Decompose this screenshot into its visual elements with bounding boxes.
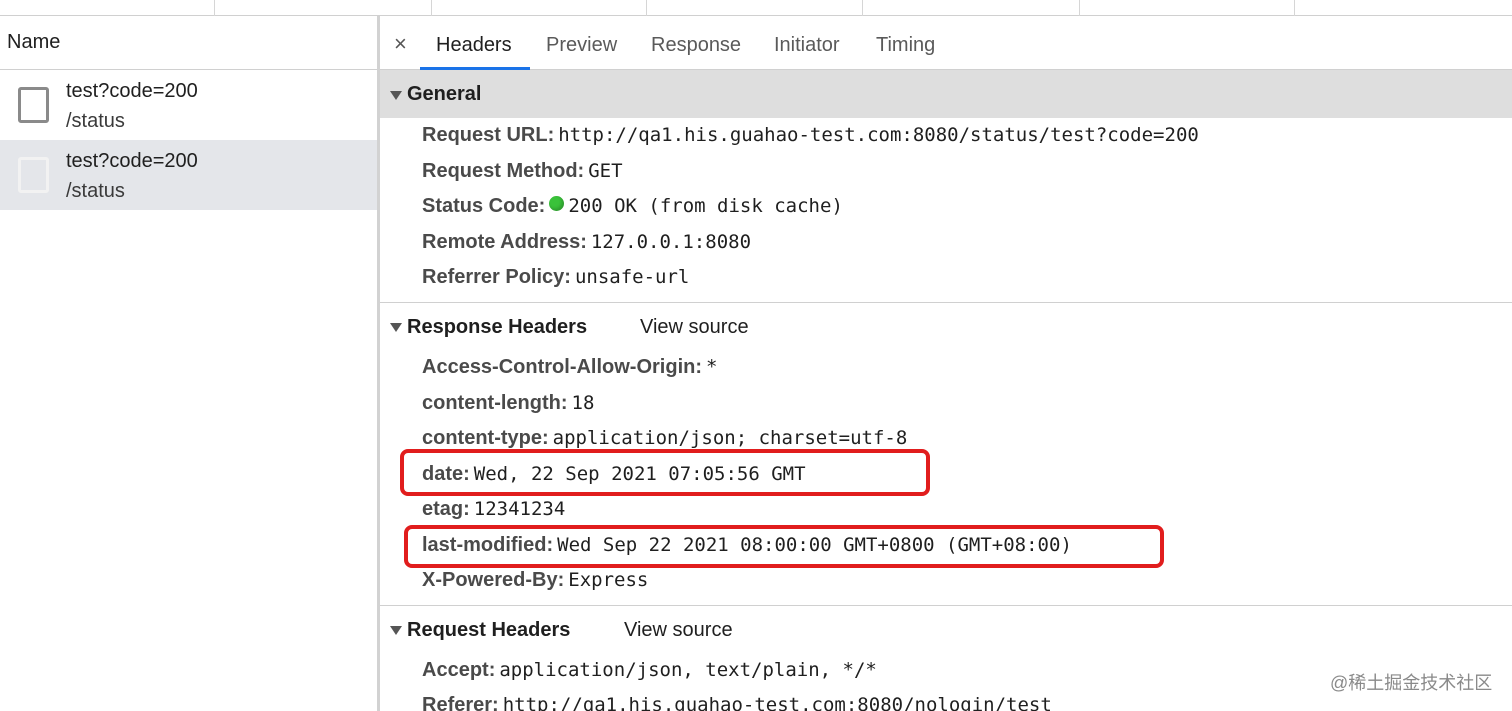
view-source-link[interactable]: View source bbox=[624, 618, 733, 642]
request-list-pane: Name test?code=200 /status test?code=200… bbox=[0, 16, 377, 711]
last-modified-highlight-box bbox=[404, 525, 1164, 568]
request-path: /status bbox=[66, 180, 125, 202]
header-key: Remote Address: bbox=[422, 231, 587, 253]
triangle-down-icon bbox=[390, 323, 402, 332]
header-value: application/json, text/plain, */* bbox=[499, 659, 877, 681]
header-key: Accept: bbox=[422, 659, 496, 681]
general-row: Remote Address: 127.0.0.1:8080 bbox=[422, 229, 751, 255]
column-separator bbox=[431, 0, 432, 16]
header-key: etag: bbox=[422, 498, 470, 520]
response-headers-section-header[interactable]: Response Headers View source bbox=[380, 304, 1512, 350]
request-path: /status bbox=[66, 110, 125, 132]
triangle-down-icon bbox=[390, 91, 402, 100]
header-key: Request URL: bbox=[422, 124, 555, 146]
header-value: http://qa1.his.guahao-test.com:8080/stat… bbox=[558, 124, 1199, 146]
column-separator bbox=[1079, 0, 1080, 16]
name-column-header[interactable]: Name bbox=[0, 16, 377, 70]
document-icon bbox=[18, 157, 49, 193]
request-headers-section-header[interactable]: Request Headers View source bbox=[380, 607, 1512, 653]
tab-initiator[interactable]: Initiator bbox=[774, 33, 840, 57]
response-header-row: content-length: 18 bbox=[422, 390, 594, 416]
header-key: content-length: bbox=[422, 392, 568, 414]
request-header-row: Referer: http://qa1.his.guahao-test.com:8… bbox=[422, 692, 1052, 711]
request-details-pane: × Headers Preview Response Initiator Tim… bbox=[380, 16, 1512, 711]
column-separator bbox=[1294, 0, 1295, 16]
response-header-row: Access-Control-Allow-Origin: * bbox=[422, 354, 717, 380]
header-key: Request Method: bbox=[422, 160, 585, 182]
general-row: Request URL: http://qa1.his.guahao-test.c… bbox=[422, 122, 1199, 148]
tab-headers[interactable]: Headers bbox=[436, 33, 512, 57]
tab-preview[interactable]: Preview bbox=[546, 33, 617, 57]
header-value: 200 OK (from disk cache) bbox=[568, 195, 843, 217]
section-title: Request Headers bbox=[407, 619, 571, 641]
request-header-row: Accept: application/json, text/plain, */* bbox=[422, 657, 877, 683]
close-icon[interactable]: × bbox=[394, 30, 407, 58]
column-separator bbox=[214, 0, 215, 16]
section-title: General bbox=[407, 83, 482, 105]
header-value: 127.0.0.1:8080 bbox=[590, 231, 752, 253]
request-name: test?code=200 bbox=[66, 80, 198, 102]
request-name: test?code=200 bbox=[66, 150, 198, 172]
document-icon bbox=[18, 87, 49, 123]
header-key: Access-Control-Allow-Origin: bbox=[422, 356, 703, 378]
triangle-down-icon bbox=[390, 626, 402, 635]
general-row: Referrer Policy: unsafe-url bbox=[422, 264, 689, 290]
header-value: 12341234 bbox=[473, 498, 566, 520]
header-value: application/json; charset=utf-8 bbox=[552, 427, 908, 449]
header-key: X-Powered-By: bbox=[422, 569, 565, 591]
response-header-row: content-type: application/json; charset=u… bbox=[422, 425, 907, 451]
request-row-selected[interactable]: test?code=200 /status bbox=[0, 140, 377, 210]
date-highlight-box bbox=[400, 449, 930, 496]
view-source-link[interactable]: View source bbox=[640, 315, 749, 339]
column-separator bbox=[862, 0, 863, 16]
header-value: http://qa1.his.guahao-test.com:8080/nolo… bbox=[502, 694, 1052, 711]
status-ok-icon bbox=[549, 196, 565, 211]
response-header-row: X-Powered-By: Express bbox=[422, 567, 648, 593]
section-divider bbox=[380, 302, 1512, 303]
tab-timing[interactable]: Timing bbox=[876, 33, 935, 57]
column-separator bbox=[646, 0, 647, 16]
response-header-row: etag: 12341234 bbox=[422, 496, 565, 522]
request-row[interactable]: test?code=200 /status bbox=[0, 70, 377, 140]
header-value: 18 bbox=[571, 392, 595, 414]
header-value: GET bbox=[588, 160, 623, 182]
section-title: Response Headers bbox=[407, 316, 588, 338]
header-value: Express bbox=[568, 569, 649, 591]
general-section-header[interactable]: General bbox=[380, 70, 1512, 118]
header-value: unsafe-url bbox=[574, 266, 690, 288]
section-divider bbox=[380, 605, 1512, 606]
header-value: * bbox=[706, 356, 718, 378]
tab-response[interactable]: Response bbox=[651, 33, 741, 57]
top-column-strip bbox=[0, 0, 1512, 16]
general-row: Request Method: GET bbox=[422, 158, 623, 184]
header-key: content-type: bbox=[422, 427, 549, 449]
details-tabbar: × Headers Preview Response Initiator Tim… bbox=[380, 16, 1512, 70]
header-key: Status Code: bbox=[422, 195, 546, 217]
header-key: Referrer Policy: bbox=[422, 266, 571, 288]
general-row: Status Code: 200 OK (from disk cache) bbox=[422, 193, 843, 219]
watermark-text: @稀土掘金技术社区 bbox=[1330, 673, 1493, 693]
header-key: Referer: bbox=[422, 694, 499, 711]
